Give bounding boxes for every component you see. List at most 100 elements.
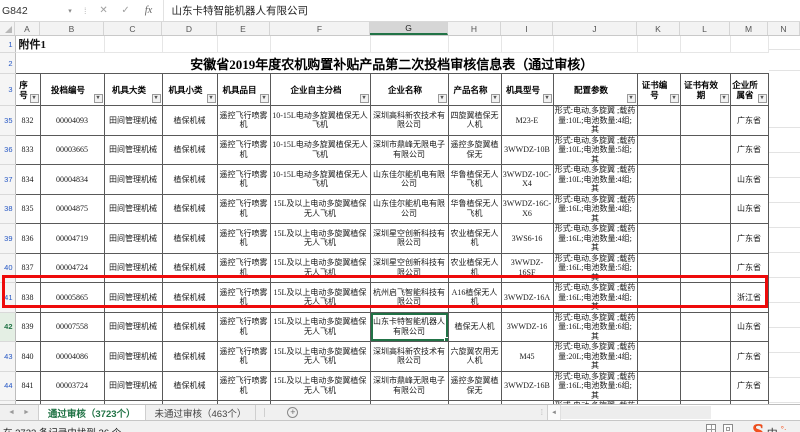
- filter-icon[interactable]: ▾: [543, 94, 552, 103]
- cell-product[interactable]: 遥控多旋翼植保无: [448, 371, 501, 401]
- column-header-b[interactable]: B: [40, 22, 104, 35]
- cell-cert-valid[interactable]: [680, 135, 730, 165]
- cell-product[interactable]: 植保无人机: [448, 312, 501, 342]
- cell-tier[interactable]: 15L及以上电动多旋翼植保无人飞机: [270, 312, 370, 342]
- tab-scroll-left-icon[interactable]: ◄: [8, 409, 15, 416]
- cell-cert-valid[interactable]: [680, 194, 730, 224]
- cell-docket[interactable]: 00004719: [40, 224, 104, 254]
- page-layout-view-icon[interactable]: [723, 424, 733, 432]
- cell-subcategory[interactable]: 植保机械: [162, 194, 217, 224]
- cell-product[interactable]: A16植保无人机: [448, 283, 501, 313]
- cell-docket[interactable]: 00003665: [40, 135, 104, 165]
- filter-icon[interactable]: ▾: [260, 94, 269, 103]
- column-header-e[interactable]: E: [217, 22, 270, 35]
- cell-config[interactable]: 形式:电动,多旋翼 ;载药量:10L;电池数量:4组;其: [553, 165, 637, 195]
- cell-province[interactable]: 浙江省: [730, 283, 768, 313]
- cell-province[interactable]: 广东省: [730, 224, 768, 254]
- cell-product[interactable]: 农业植保无人机: [448, 253, 501, 283]
- cell-item[interactable]: 遥控飞行喷雾机: [217, 342, 270, 372]
- cell-cert-no[interactable]: [637, 135, 680, 165]
- confirm-icon[interactable]: ✓: [115, 5, 137, 16]
- column-header-f[interactable]: F: [270, 22, 370, 35]
- cell-cert-no[interactable]: [637, 253, 680, 283]
- cell-model[interactable]: 3WWDZ-16SF: [501, 253, 553, 283]
- cell-subcategory[interactable]: 植保机械: [162, 224, 217, 254]
- cell-config[interactable]: 形式:电动,多旋翼 ;载药量:10L;电池数量:5组;其: [553, 135, 637, 165]
- cell-cert-valid[interactable]: [680, 342, 730, 372]
- cell-product[interactable]: 华鲁植保无人飞机: [448, 194, 501, 224]
- header-item[interactable]: 机具品目▾: [217, 74, 270, 106]
- cell-product[interactable]: 华鲁植保无人飞机: [448, 165, 501, 195]
- cell-item[interactable]: 遥控飞行喷雾机: [217, 224, 270, 254]
- column-header-g-selected[interactable]: G: [370, 22, 448, 35]
- sogou-logo-icon[interactable]: S: [752, 421, 764, 432]
- header-category[interactable]: 机具大类▾: [104, 74, 162, 106]
- cell-cert-no[interactable]: [637, 194, 680, 224]
- empty-cell[interactable]: [270, 36, 370, 53]
- empty-cell[interactable]: [162, 36, 217, 53]
- header-cert-no[interactable]: 证书编号▾: [637, 74, 680, 106]
- cancel-icon[interactable]: ✕: [93, 5, 115, 16]
- cell-subcategory[interactable]: 植保机械: [162, 283, 217, 313]
- cell-tier[interactable]: 10-15L电动多旋翼植保无人飞机: [270, 165, 370, 195]
- cell-cert-no[interactable]: [637, 371, 680, 401]
- add-sheet-icon[interactable]: +: [287, 407, 298, 418]
- column-header-d[interactable]: D: [162, 22, 217, 35]
- cell-category[interactable]: 田间管理机械: [104, 224, 162, 254]
- name-box[interactable]: G842: [0, 0, 62, 21]
- header-product[interactable]: 产品名称▾: [448, 74, 501, 106]
- empty-cell[interactable]: [553, 36, 637, 53]
- filter-icon[interactable]: ▾: [207, 94, 216, 103]
- cell-product[interactable]: 遥控多旋翼植保无: [448, 135, 501, 165]
- header-docket[interactable]: 投档编号▾: [40, 74, 104, 106]
- cell-docket[interactable]: 00004086: [40, 342, 104, 372]
- row-number[interactable]: 41: [0, 283, 15, 313]
- ime-mode-indicator[interactable]: 中: [767, 425, 778, 432]
- tab-scroll-right-icon[interactable]: ►: [23, 409, 30, 416]
- cell-cert-valid[interactable]: [680, 312, 730, 342]
- cell-cert-valid[interactable]: [680, 283, 730, 313]
- cell-docket[interactable]: 00004724: [40, 253, 104, 283]
- empty-cell[interactable]: [217, 36, 270, 53]
- cell-tier[interactable]: 15L及以上电动多旋翼植保无人飞机: [270, 224, 370, 254]
- cell-company[interactable]: 深圳市鼎峰无限电子有限公司: [370, 371, 448, 401]
- cell-seq[interactable]: 835: [15, 194, 40, 224]
- cell-config[interactable]: 形式:电动,多旋翼 ;载药量:16L;电池数量:4组;其: [553, 224, 637, 254]
- ime-punctuation-icon[interactable]: °·: [781, 425, 787, 432]
- row-number[interactable]: 36: [0, 135, 15, 165]
- empty-cell[interactable]: [730, 36, 768, 53]
- cell-company[interactable]: 深圳高科新农技术有限公司: [370, 106, 448, 136]
- scrollbar-thumb[interactable]: [561, 406, 711, 419]
- empty-cell[interactable]: [501, 36, 553, 53]
- row-number[interactable]: 39: [0, 224, 15, 254]
- filter-icon[interactable]: ▾: [720, 94, 729, 103]
- cell-subcategory[interactable]: 植保机械: [162, 342, 217, 372]
- formula-input[interactable]: 山东卡特智能机器人有限公司: [166, 3, 309, 18]
- cell-item[interactable]: 遥控飞行喷雾机: [217, 106, 270, 136]
- cell-config[interactable]: 形式:电动,多旋翼 ;载药量:20L;电池数量:4组;其: [553, 342, 637, 372]
- cell-cert-valid[interactable]: [680, 253, 730, 283]
- column-header-l[interactable]: L: [680, 22, 730, 35]
- cell-item[interactable]: 遥控飞行喷雾机: [217, 135, 270, 165]
- cell-model[interactable]: M23-E: [501, 106, 553, 136]
- filter-icon[interactable]: ▾: [30, 94, 39, 103]
- filter-icon[interactable]: ▾: [670, 94, 679, 103]
- horizontal-scrollbar[interactable]: [560, 405, 800, 420]
- cell-product[interactable]: 六旋翼农用无人机: [448, 342, 501, 372]
- scrollbar-grip-icon[interactable]: ⁞: [537, 408, 547, 417]
- cell-subcategory[interactable]: 植保机械: [162, 165, 217, 195]
- cell-model[interactable]: M45: [501, 342, 553, 372]
- cell-province[interactable]: 山东省: [730, 165, 768, 195]
- name-box-dropdown-icon[interactable]: ▾: [62, 7, 78, 15]
- empty-cell[interactable]: [104, 36, 162, 53]
- filter-icon[interactable]: ▾: [438, 94, 447, 103]
- cell-seq[interactable]: 840: [15, 342, 40, 372]
- row-number[interactable]: 35: [0, 106, 15, 136]
- row-number[interactable]: 38: [0, 194, 15, 224]
- cell-cert-valid[interactable]: [680, 106, 730, 136]
- empty-cell[interactable]: [370, 36, 448, 53]
- cell-tier[interactable]: 10-15L电动多旋翼植保无人飞机: [270, 106, 370, 136]
- cell-subcategory[interactable]: 植保机械: [162, 371, 217, 401]
- cell-cert-no[interactable]: [637, 106, 680, 136]
- cell-product[interactable]: 四旋翼植保无人机: [448, 106, 501, 136]
